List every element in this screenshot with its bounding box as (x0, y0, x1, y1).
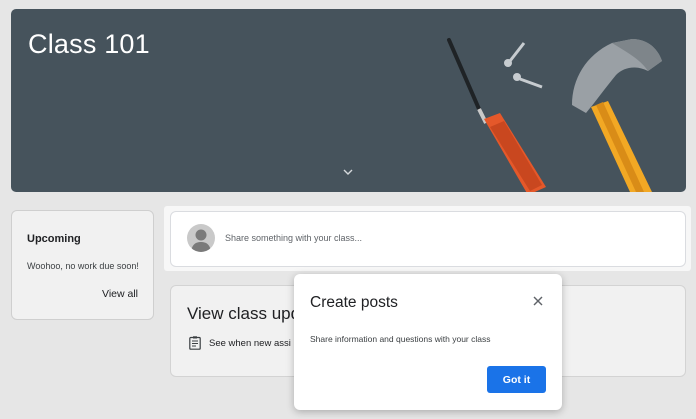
updates-title: View class upda (187, 304, 310, 323)
assignment-icon (189, 336, 201, 350)
view-all-link[interactable]: View all (102, 288, 138, 300)
share-box[interactable]: Share something with your class... (170, 211, 686, 267)
screw-icon (504, 42, 543, 89)
close-icon[interactable] (531, 294, 545, 308)
class-title: Class 101 (28, 29, 150, 59)
hammer-icon (572, 39, 662, 192)
upcoming-message: Woohoo, no work due soon! (27, 261, 139, 271)
create-posts-dialog: Create posts Share information and quest… (294, 274, 562, 410)
share-placeholder[interactable]: Share something with your class... (225, 233, 362, 243)
got-it-button[interactable]: Got it (487, 366, 546, 393)
dialog-body: Share information and questions with you… (310, 334, 491, 344)
person-icon (191, 229, 211, 252)
upcoming-title: Upcoming (27, 233, 81, 245)
class-banner: Class 101 (11, 9, 686, 192)
avatar (187, 224, 215, 252)
dialog-title: Create posts (310, 294, 398, 311)
screwdriver-icon (447, 38, 546, 192)
upcoming-card: Upcoming Woohoo, no work due soon! View … (11, 210, 154, 320)
tools-illustration (447, 38, 662, 192)
updates-description: See when new assi (209, 338, 291, 349)
chevron-down-icon[interactable] (342, 167, 354, 177)
